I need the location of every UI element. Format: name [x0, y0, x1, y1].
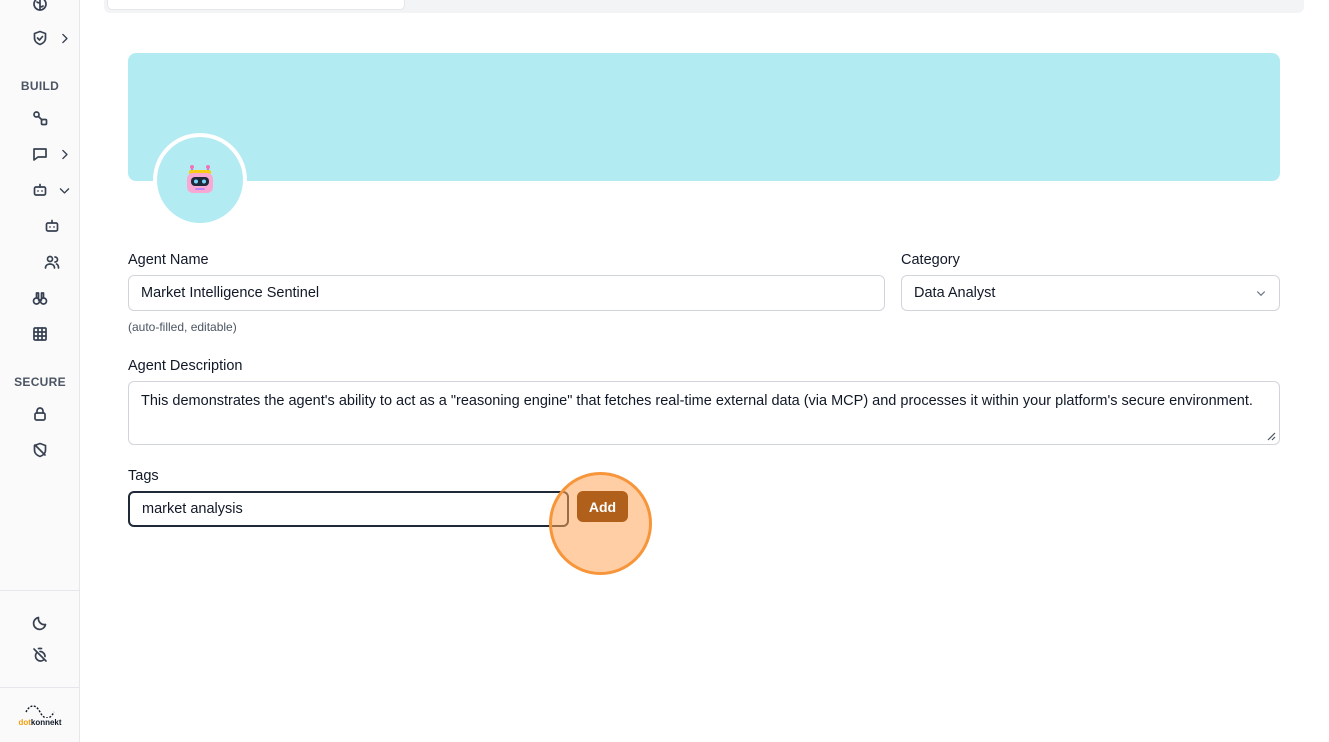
sidebar-divider-bottom [0, 687, 79, 688]
binoculars-icon [32, 292, 48, 305]
brand-suffix: konnekt [30, 718, 62, 727]
brand-prefix: dot [18, 718, 31, 727]
tags-input[interactable]: market analysis [128, 491, 569, 527]
resize-handle-icon[interactable] [1266, 431, 1276, 441]
sidebar-subitem-agent[interactable] [44, 214, 60, 238]
brain-icon [33, 0, 47, 11]
sidebar-item-tables[interactable] [32, 322, 48, 346]
timer-off-icon [33, 647, 47, 662]
tab-core-basics[interactable]: 1. CORE & BASICS [107, 0, 405, 10]
chevron-right-icon [62, 33, 68, 43]
sidebar-item-chat[interactable] [32, 142, 48, 166]
brand-logo: dotkonnekt [14, 702, 66, 730]
tags-label: Tags [128, 468, 159, 484]
tab-prompt-behavior[interactable]: 4. PROMPT & BEHAVIOR [1044, 0, 1264, 10]
shield-off-icon [33, 442, 47, 458]
agent-cover-banner[interactable] [128, 53, 1280, 181]
sidebar-expand-chevron[interactable] [58, 26, 71, 50]
sidebar-item-observe[interactable] [32, 286, 48, 310]
category-label: Category [901, 252, 960, 268]
moon-icon [32, 616, 47, 631]
chevron-right-icon [62, 149, 68, 159]
agent-description-text: This demonstrates the agent's ability to… [141, 393, 1253, 409]
sidebar-item-brain[interactable] [32, 0, 48, 16]
agent-description-label: Agent Description [128, 358, 243, 374]
wizard-tabs: 1. CORE & BASICS 2. MODEL & REASONING 3.… [104, 0, 1304, 13]
sidebar-divider [0, 590, 79, 591]
agent-name-hint: (auto-filled, editable) [128, 320, 237, 334]
shield-check-icon [33, 30, 47, 46]
bot-icon [33, 183, 47, 196]
agent-avatar[interactable] [153, 133, 247, 227]
table-icon [33, 327, 47, 341]
sidebar-item-guard[interactable] [32, 26, 48, 50]
sidebar-item-vault[interactable] [32, 402, 48, 426]
logo-loop-icon [25, 705, 55, 719]
users-icon [44, 255, 60, 269]
sidebar-chat-chevron[interactable] [58, 142, 71, 166]
bot-small-icon [45, 219, 59, 232]
message-icon [33, 148, 47, 161]
sidebar-agents-chevron[interactable] [58, 178, 71, 202]
click-highlight [549, 472, 652, 575]
agent-name-input[interactable]: Market Intelligence Sentinel [128, 275, 885, 311]
sidebar-item-workflows[interactable] [32, 106, 48, 130]
sidebar-subitem-teams[interactable] [44, 250, 60, 274]
tab-tools-memory-guardrails[interactable]: 3. TOOLS, MEMORY & GUARDRAILS [714, 0, 1014, 10]
category-select[interactable]: Data Analyst [901, 275, 1280, 311]
category-value: Data Analyst [914, 285, 996, 301]
brand-wordmark: dotkonnekt [14, 718, 66, 727]
sidebar-section-secure: SECURE [14, 375, 66, 389]
workflow-icon [33, 111, 48, 126]
agent-name-label: Agent Name [128, 252, 209, 268]
chevron-down-icon [59, 187, 70, 194]
sidebar-item-policies[interactable] [32, 438, 48, 462]
tab-model-reasoning[interactable]: 2. MODEL & REASONING [444, 0, 674, 10]
agent-description-textarea[interactable]: This demonstrates the agent's ability to… [128, 381, 1280, 445]
lock-icon [34, 407, 46, 421]
theme-toggle[interactable] [32, 611, 48, 635]
sidebar-section-build: BUILD [20, 79, 60, 93]
sidebar-item-agents[interactable] [32, 178, 48, 202]
robot-avatar-icon [187, 165, 213, 193]
timer-toggle[interactable] [32, 643, 48, 667]
chevron-down-icon [1256, 291, 1266, 297]
sidebar: BUILD SECURE dotkonnekt [0, 0, 80, 742]
add-tag-button[interactable]: Add [577, 491, 628, 522]
